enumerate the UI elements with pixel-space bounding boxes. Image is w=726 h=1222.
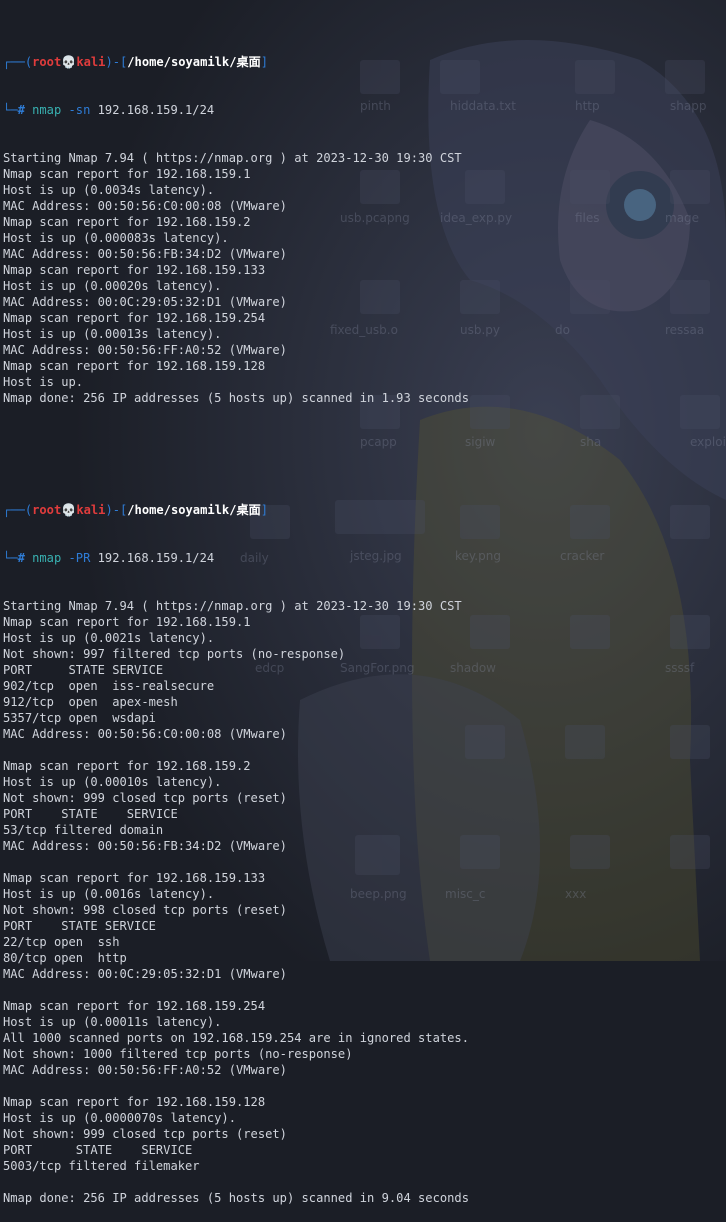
output-line: MAC Address: 00:50:56:C0:00:08 (VMware)	[3, 199, 287, 213]
output-line: 80/tcp open http	[3, 951, 127, 965]
output-line: Nmap scan report for 192.168.159.1	[3, 167, 251, 181]
output-line: Host is up (0.00010s latency).	[3, 775, 222, 789]
output-line: Nmap done: 256 IP addresses (5 hosts up)…	[3, 391, 469, 405]
command-output: Starting Nmap 7.94 ( https://nmap.org ) …	[3, 150, 469, 406]
command-flag: -sn	[68, 103, 91, 117]
output-line: PORT STATE SERVICE	[3, 663, 164, 677]
output-line: PORT STATE SERVICE	[3, 1143, 193, 1157]
output-line: Nmap scan report for 192.168.159.128	[3, 359, 266, 373]
command-args: 192.168.159.1/24	[97, 103, 215, 117]
desktop-icon-label: ressaa	[665, 323, 704, 337]
prompt-host: kali	[76, 503, 106, 517]
output-line: MAC Address: 00:0C:29:05:32:D1 (VMware)	[3, 967, 287, 981]
command-output: Starting Nmap 7.94 ( https://nmap.org ) …	[3, 598, 469, 1206]
output-line: MAC Address: 00:50:56:FB:34:D2 (VMware)	[3, 839, 287, 853]
output-line: Nmap scan report for 192.168.159.2	[3, 215, 251, 229]
command-line: └─# nmap -PR 192.168.159.1/24	[3, 551, 215, 565]
output-line: Host is up (0.0016s latency).	[3, 887, 215, 901]
output-line: PORT STATE SERVICE	[3, 919, 156, 933]
output-line: Starting Nmap 7.94 ( https://nmap.org ) …	[3, 151, 462, 165]
output-line: Nmap done: 256 IP addresses (5 hosts up)…	[3, 1191, 469, 1205]
skull-icon: 💀	[61, 55, 77, 69]
prompt-path: /home/soyamilk/桌面	[127, 55, 261, 69]
output-line: 22/tcp open ssh	[3, 935, 120, 949]
output-line: 5003/tcp filtered filemaker	[3, 1159, 200, 1173]
prompt-host: kali	[76, 55, 106, 69]
output-line: Nmap scan report for 192.168.159.133	[3, 871, 266, 885]
desktop-icon-label: shapp	[670, 99, 706, 113]
output-line: Not shown: 1000 filtered tcp ports (no-r…	[3, 1047, 353, 1061]
prompt-symbol: #	[17, 551, 25, 565]
desktop-icon-label: exploit	[690, 435, 726, 449]
desktop-icon-label: sigiw	[465, 435, 496, 449]
desktop-icon-label: sha	[580, 435, 601, 449]
command-name: nmap	[32, 551, 62, 565]
output-line: Host is up (0.0021s latency).	[3, 631, 215, 645]
output-line: Nmap scan report for 192.168.159.128	[3, 1095, 266, 1109]
command-flag: -PR	[68, 551, 91, 565]
output-line: Host is up (0.0000070s latency).	[3, 1111, 236, 1125]
output-line: 902/tcp open iss-realsecure	[3, 679, 215, 693]
output-line: MAC Address: 00:50:56:C0:00:08 (VMware)	[3, 727, 287, 741]
output-line: 912/tcp open apex-mesh	[3, 695, 178, 709]
terminal-output[interactable]: ┌──(root💀kali)-[/home/soyamilk/桌面] └─# n…	[3, 6, 469, 1222]
output-line: 53/tcp filtered domain	[3, 823, 164, 837]
desktop-icon-label: http	[575, 99, 600, 113]
prompt-user: root	[32, 55, 62, 69]
output-line: MAC Address: 00:50:56:FB:34:D2 (VMware)	[3, 247, 287, 261]
output-line: Host is up (0.0034s latency).	[3, 183, 215, 197]
desktop-icon-label: cracker	[560, 549, 604, 563]
command-args: 192.168.159.1/24	[97, 551, 215, 565]
desktop-icon-label: files	[575, 211, 600, 225]
output-line: Host is up (0.00013s latency).	[3, 327, 222, 341]
output-line: Host is up (0.000083s latency).	[3, 231, 229, 245]
desktop-icon-label: do	[555, 323, 570, 337]
prompt-line: ┌──(root💀kali)-[/home/soyamilk/桌面]	[3, 503, 268, 517]
output-line: MAC Address: 00:50:56:FF:A0:52 (VMware)	[3, 343, 287, 357]
output-line: Not shown: 998 closed tcp ports (reset)	[3, 903, 287, 917]
output-line: 5357/tcp open wsdapi	[3, 711, 156, 725]
skull-icon: 💀	[61, 503, 77, 517]
prompt-user: root	[32, 503, 62, 517]
output-line: Not shown: 999 closed tcp ports (reset)	[3, 791, 287, 805]
desktop-icon-label: mage	[665, 211, 699, 225]
output-line: Host is up (0.00020s latency).	[3, 279, 222, 293]
output-line: Not shown: 999 closed tcp ports (reset)	[3, 1127, 287, 1141]
output-line: Nmap scan report for 192.168.159.133	[3, 263, 266, 277]
output-line: Starting Nmap 7.94 ( https://nmap.org ) …	[3, 599, 462, 613]
desktop-icon-label: xxx	[565, 887, 586, 901]
command-name: nmap	[32, 103, 62, 117]
output-line: All 1000 scanned ports on 192.168.159.25…	[3, 1031, 469, 1045]
prompt-path: /home/soyamilk/桌面	[127, 503, 261, 517]
prompt-line: ┌──(root💀kali)-[/home/soyamilk/桌面]	[3, 55, 268, 69]
output-line: Not shown: 997 filtered tcp ports (no-re…	[3, 647, 346, 661]
output-line: Host is up (0.00011s latency).	[3, 1015, 222, 1029]
output-line: Host is up.	[3, 375, 84, 389]
output-line: Nmap scan report for 192.168.159.2	[3, 759, 251, 773]
desktop-icon-label: ssssf	[665, 661, 695, 675]
output-line: MAC Address: 00:0C:29:05:32:D1 (VMware)	[3, 295, 287, 309]
command-line: └─# nmap -sn 192.168.159.1/24	[3, 103, 215, 117]
output-line: Nmap scan report for 192.168.159.1	[3, 615, 251, 629]
prompt-symbol: #	[17, 103, 25, 117]
output-line: PORT STATE SERVICE	[3, 807, 178, 821]
output-line: Nmap scan report for 192.168.159.254	[3, 311, 266, 325]
output-line: MAC Address: 00:50:56:FF:A0:52 (VMware)	[3, 1063, 287, 1077]
output-line: Nmap scan report for 192.168.159.254	[3, 999, 266, 1013]
